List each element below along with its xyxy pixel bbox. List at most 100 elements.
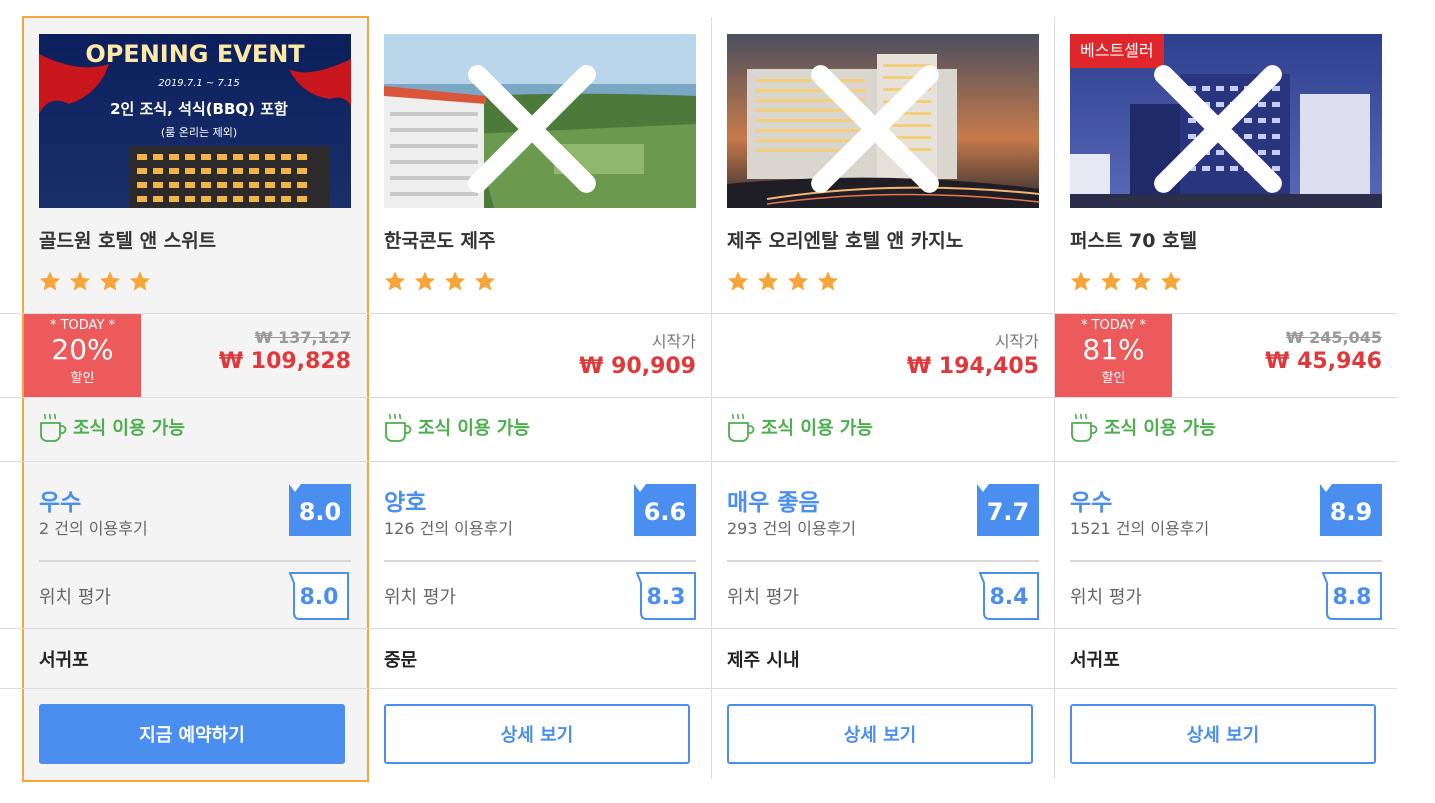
location-rating-label: 위치 평가 [727,587,799,608]
location-rating-label: 위치 평가 [1070,587,1142,608]
location-score-badge: 8.0 [289,572,349,620]
row-divider [0,628,1397,629]
review-count[interactable]: 1521 건의 이용후기 [1070,515,1209,539]
hotel-name[interactable]: 골드원 호텔 앤 스위트 [39,226,216,253]
rating-word: 매우 좋음 [727,490,820,516]
star-icon [1131,271,1152,291]
today-label: * TODAY * [49,318,116,333]
today-discount-badge: * TODAY * 81% 할인 [1055,314,1172,397]
amenity-label: 조식 이용 가능 [418,418,530,439]
star-rating [727,270,842,296]
banner-note: (룸 온리는 제외) [161,126,237,139]
star-icon [1101,271,1122,291]
star-icon [758,271,779,291]
row-divider [0,397,1397,398]
star-icon [1161,271,1182,291]
hotel-photo[interactable] [384,34,696,208]
star-icon [384,271,406,291]
overall-score-badge: 8.9 [1320,484,1382,536]
book-now-button[interactable]: 지금 예약하기 [39,704,345,764]
location-rating-label: 위치 평가 [384,587,456,608]
row-divider [0,461,1397,462]
close-icon[interactable] [727,42,1031,208]
review-count[interactable]: 126 건의 이용후기 [384,515,513,539]
discount-label: 할인 [70,371,95,386]
amenity-breakfast: 조식 이용 가능 [384,410,530,444]
amenity-label: 조식 이용 가능 [73,418,185,439]
star-icon [788,271,809,291]
location-score: 8.8 [1332,585,1372,610]
sale-price: ₩ 45,946 [1265,349,1382,374]
banner-title: OPENING EVENT [85,40,305,68]
amenity-breakfast: 조식 이용 가능 [727,410,873,444]
star-rating [1070,270,1185,296]
star-icon [818,271,839,291]
location-score: 8.0 [299,585,339,610]
location-score-badge: 8.3 [636,572,696,620]
discount-percent: 20% [51,333,114,366]
review-count[interactable]: 293 건의 이용후기 [727,515,856,539]
hotel-name[interactable]: 한국콘도 제주 [384,226,496,253]
sale-price: ₩ 90,909 [579,354,696,379]
discount-percent: 81% [1082,333,1145,366]
star-icon [475,271,496,291]
review-count[interactable]: 2 건의 이용후기 [39,515,148,539]
close-icon[interactable] [384,42,688,208]
column-divider [711,17,712,779]
hotel-photo[interactable] [727,34,1039,208]
amenity-label: 조식 이용 가능 [1104,418,1216,439]
hotel-photo[interactable]: OPENING EVENT 2019.7.1 ~ 7.15 2인 조식, 석식(… [39,34,351,208]
rating-word: 우수 [1070,490,1113,516]
area-label: 서귀포 [39,650,89,671]
banner-date: 2019.7.1 ~ 7.15 [158,78,240,89]
hotel-photo[interactable]: 베스트셀러 [1070,34,1382,208]
coffee-cup-icon [40,413,67,442]
star-rating [384,270,499,296]
amenity-breakfast: 조식 이용 가능 [1070,410,1216,444]
section-divider [39,560,351,562]
view-details-button[interactable]: 상세 보기 [727,704,1033,764]
location-score-badge: 8.8 [1322,572,1382,620]
close-icon[interactable] [1070,42,1374,208]
star-rating [39,270,154,296]
row-divider [0,688,1397,689]
coffee-cup-icon [728,413,755,442]
star-icon [445,271,466,291]
star-icon [415,271,436,291]
area-label: 중문 [384,650,418,671]
coffee-cup-icon [1071,413,1098,442]
view-details-button[interactable]: 상세 보기 [1070,704,1376,764]
rating-word: 양호 [384,490,427,516]
location-rating-label: 위치 평가 [39,587,111,608]
sale-price: ₩ 109,828 [218,349,351,374]
overall-score-badge: 8.0 [289,484,351,536]
price-block: ₩ 137,127 ₩ 109,828 [219,328,351,374]
start-price-label: 시작가 [994,332,1039,351]
star-icon [1070,271,1092,291]
view-details-button[interactable]: 상세 보기 [384,704,690,764]
star-icon [39,271,61,291]
today-label: * TODAY * [1080,318,1147,333]
star-icon [70,271,91,291]
original-price: ₩ 137,127 [254,328,351,347]
overall-score: 7.7 [986,498,1030,526]
star-icon [727,271,749,291]
rating-word: 우수 [39,490,82,516]
hotel-comparison-grid: OPENING EVENT 2019.7.1 ~ 7.15 2인 조식, 석식(… [0,0,1435,803]
overall-score: 8.9 [1329,498,1373,526]
hotel-name[interactable]: 퍼스트 70 호텔 [1070,226,1197,253]
banner-offer: 2인 조식, 석식(BBQ) 포함 [110,100,288,118]
hotel-photo-event-banner: OPENING EVENT 2019.7.1 ~ 7.15 2인 조식, 석식(… [39,34,351,208]
price-block: 시작가 ₩ 194,405 [907,328,1039,379]
price-block: ₩ 245,045 ₩ 45,946 [1265,328,1382,374]
discount-label: 할인 [1101,371,1126,386]
section-divider [1070,560,1382,562]
area-label: 제주 시내 [727,650,800,671]
area-label: 서귀포 [1070,650,1120,671]
original-price: ₩ 245,045 [1285,328,1382,347]
start-price-label: 시작가 [651,332,696,351]
star-icon [100,271,121,291]
hotel-name[interactable]: 제주 오리엔탈 호텔 앤 카지노 [727,226,963,253]
star-icon [130,271,151,291]
overall-score-badge: 7.7 [977,484,1039,536]
